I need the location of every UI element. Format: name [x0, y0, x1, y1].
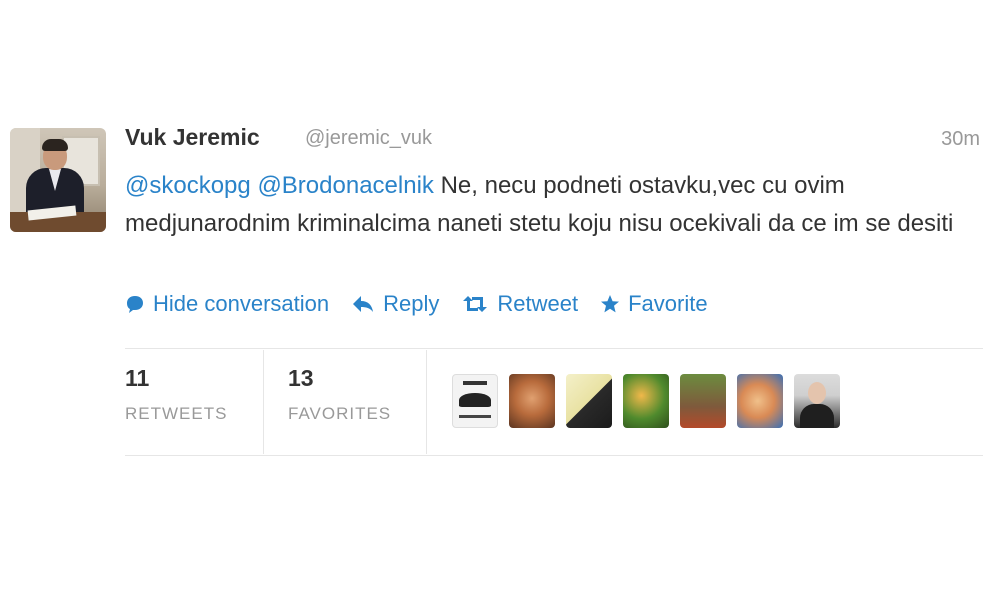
favoriter-avatar[interactable] [566, 374, 612, 428]
tweet-actions: Hide conversation Reply Retweet Favorite [125, 288, 730, 320]
retweet-button[interactable]: Retweet [461, 291, 578, 317]
retweets-label: RETWEETS [125, 404, 228, 423]
favoriter-avatar[interactable] [680, 374, 726, 428]
star-icon [600, 294, 620, 314]
favoriter-avatar[interactable] [794, 374, 840, 428]
reply-button[interactable]: Reply [351, 291, 439, 317]
stats-divider [263, 350, 264, 454]
tweet-card: Vuk Jeremic @jeremic_vuk 30m @skockopg @… [0, 0, 1000, 590]
retweet-icon [461, 294, 489, 314]
avatar-logo-shape [459, 393, 491, 407]
hide-conversation-label: Hide conversation [153, 291, 330, 316]
speech-bubble-icon [125, 294, 145, 314]
retweets-stat[interactable]: 11 RETWEETS [125, 364, 227, 424]
avatar-hair [42, 139, 68, 151]
favorite-button[interactable]: Favorite [600, 291, 708, 317]
favoriter-avatar[interactable] [452, 374, 498, 428]
favorites-count: 13 [288, 365, 314, 391]
author-avatar[interactable] [10, 128, 106, 232]
stats-divider-bottom [125, 455, 983, 456]
avatar-body [800, 404, 834, 428]
favorites-stat[interactable]: 13 FAVORITES [288, 364, 391, 424]
reply-label: Reply [383, 291, 440, 316]
avatar-head [808, 382, 826, 404]
retweets-count: 11 [125, 365, 150, 391]
retweet-label: Retweet [497, 291, 579, 316]
tweet-timestamp[interactable]: 30m [941, 128, 980, 151]
avatar-logo-bar [459, 415, 491, 418]
stats-divider-top [125, 348, 983, 349]
favorites-label: FAVORITES [288, 404, 392, 423]
favoriter-avatar[interactable] [737, 374, 783, 428]
stats-divider [426, 350, 427, 454]
avatar-logo-bar [463, 381, 487, 385]
favoriter-avatar[interactable] [623, 374, 669, 428]
favorite-label: Favorite [628, 291, 708, 316]
hide-conversation-button[interactable]: Hide conversation [125, 291, 329, 317]
author-name[interactable]: Vuk Jeremic [125, 124, 260, 151]
author-handle[interactable]: @jeremic_vuk [305, 127, 432, 150]
favoriter-avatars [452, 374, 851, 428]
mention-link[interactable]: @skockopg [125, 172, 251, 199]
tweet-text: @skockopg @Brodonacelnik Ne, necu podnet… [125, 167, 985, 243]
reply-arrow-icon [351, 294, 375, 314]
favoriter-avatar[interactable] [509, 374, 555, 428]
mention-link[interactable]: @Brodonacelnik [257, 172, 433, 199]
